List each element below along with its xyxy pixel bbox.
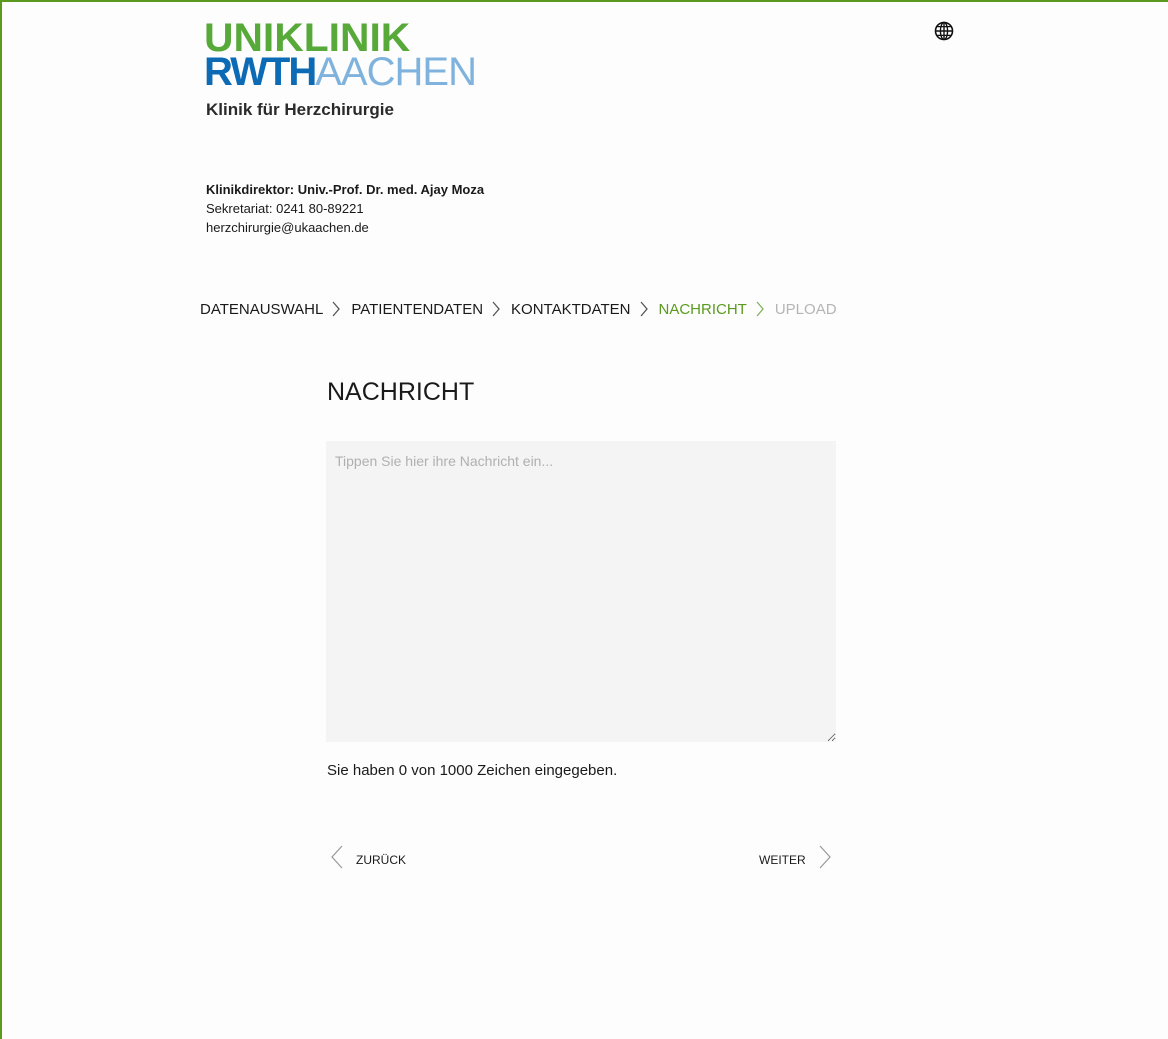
chevron-right-icon [323,300,351,318]
contact-email: herzchirurgie@ukaachen.de [206,220,369,235]
uniklinik-logo[interactable]: UNIKLINIK RWTHAACHEN [204,18,477,98]
logo-rwth-aachen-text: RWTHAACHEN [204,50,477,94]
breadcrumb-step-kontaktdaten[interactable]: KONTAKTDATEN [511,301,630,318]
character-counter: Sie haben 0 von 1000 Zeichen eingegeben. [327,762,618,779]
breadcrumb-step-patientendaten[interactable]: PATIENTENDATEN [351,301,483,318]
page-title: NACHRICHT [327,378,475,406]
chevron-left-icon [330,844,344,875]
director-name: Klinikdirektor: Univ.-Prof. Dr. med. Aja… [206,182,485,197]
chevron-right-icon [631,300,659,318]
breadcrumb-step-nachricht[interactable]: NACHRICHT [659,301,747,318]
breadcrumb-step-datenauswahl[interactable]: DATENAUSWAHL [200,301,323,318]
secretariat-phone: Sekretariat: 0241 80-89221 [206,201,364,216]
back-button[interactable]: ZURÜCK [330,844,406,875]
chevron-right-icon [818,844,832,875]
next-button[interactable]: WEITER [759,844,832,875]
logo-aachen: AACHEN [315,50,477,94]
next-label: WEITER [759,852,806,867]
breadcrumb: DATENAUSWAHL PATIENTENDATEN KONTAKTDATEN… [200,300,837,318]
breadcrumb-step-upload: UPLOAD [774,300,837,318]
contact-block: Klinikdirektor: Univ.-Prof. Dr. med. Aja… [206,180,484,237]
clinic-name: Klinik für Herzchirurgie [206,100,394,119]
page-frame: UNIKLINIK RWTHAACHEN Klinik für Herzchir… [0,0,1168,1039]
globe-icon[interactable] [934,21,954,41]
message-textarea[interactable] [326,441,836,742]
logo-rwth: RWTH [204,50,317,94]
back-label: ZURÜCK [356,852,406,867]
chevron-right-icon [747,300,775,318]
chevron-right-icon [483,300,511,318]
